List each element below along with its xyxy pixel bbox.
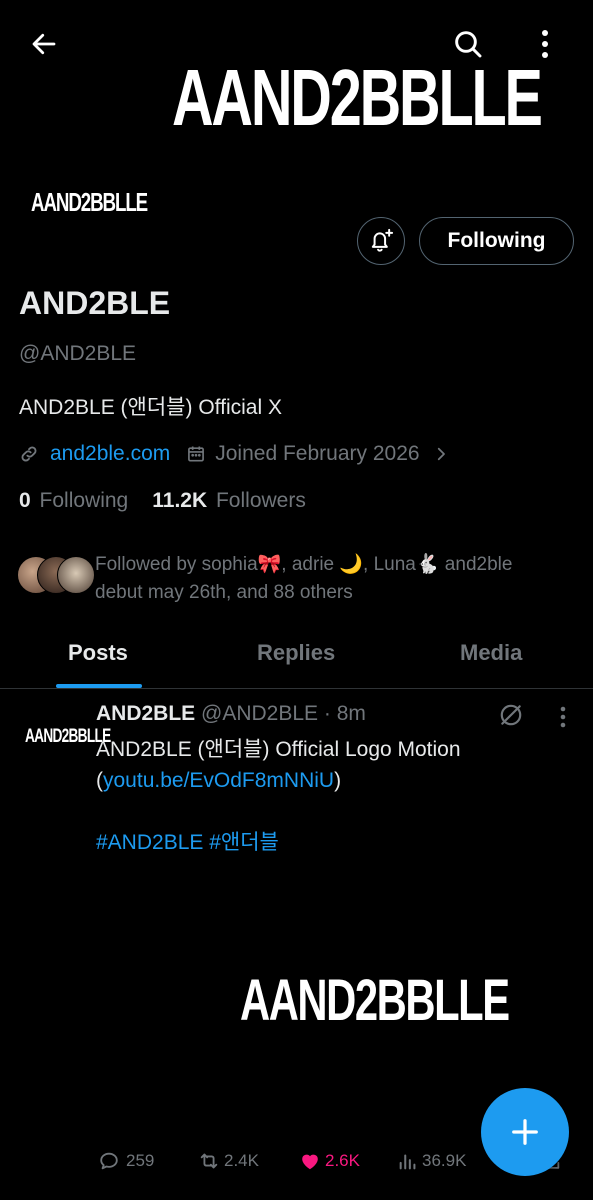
avatar [57,556,95,594]
link-icon [21,446,37,462]
follow-counts: 0 Following 11.2K Followers [19,489,306,513]
more-vertical-icon [560,706,566,728]
plus-icon [512,1119,538,1145]
post-more-button[interactable] [553,702,573,732]
reply-count: 259 [126,1151,155,1170]
post-header: AND2BLE @AND2BLE · 8m [96,702,366,726]
chevron-right-icon[interactable] [432,445,450,463]
post-text-paren: ) [334,769,342,792]
views-button[interactable]: 36.9K [397,1150,466,1172]
post-hashtags[interactable]: #AND2BLE #앤더블 [96,827,461,858]
post-author-handle[interactable]: @AND2BLE · 8m [201,702,366,725]
like-count: 2.6K [325,1151,360,1170]
post-text-line: AND2BLE (앤더블) Official Logo Motion [96,738,461,761]
profile-avatar[interactable]: AAND2BBLLE [31,188,148,216]
post-text: AND2BLE (앤더블) Official Logo Motion (yout… [96,734,461,858]
profile-bio: AND2BLE (앤더블) Official X [19,396,282,419]
heart-icon [302,1154,318,1170]
profile-meta: and2ble.com Joined February 2026 [19,440,450,468]
followers-count-link[interactable]: 11.2K Followers [152,489,306,513]
reply-icon [100,1152,118,1170]
followed-by-line: Followed by sophia🎀, adrie 🌙, Luna🐇 and2… [95,554,513,575]
following-button[interactable]: Following [419,217,574,265]
post-text-line: (youtu.be/EvOdF8mNNiU) [96,765,461,796]
post-link[interactable]: youtu.be/EvOdF8mNNiU [103,769,334,792]
followed-by-avatars[interactable] [17,556,95,594]
following-count-link[interactable]: 0 Following [19,489,128,513]
reply-button[interactable]: 259 [98,1150,154,1172]
following-button-label: Following [447,229,546,252]
grok-button[interactable] [496,700,526,730]
followers-count: 11.2K [152,489,208,512]
post-text-paren: ( [96,769,103,792]
arrow-left-icon [32,33,56,55]
website-link[interactable]: and2ble.com [50,442,170,466]
following-label: Following [39,489,129,512]
repost-count: 2.4K [224,1151,259,1170]
grok-icon [500,704,522,726]
calendar-icon [188,446,205,462]
following-count: 0 [19,489,31,512]
tab-replies[interactable]: Replies [257,640,335,666]
more-vertical-icon [542,30,548,58]
views-count: 36.9K [422,1151,467,1170]
joined-date: Joined February 2026 [215,442,420,465]
followed-by-line: debut may 26th, and 88 others [95,582,353,603]
tab-posts[interactable]: Posts [68,640,128,666]
views-icon [399,1154,416,1170]
followed-by-text[interactable]: Followed by sophia🎀, adrie 🌙, Luna🐇 and2… [95,551,512,607]
post-author-name[interactable]: AND2BLE [96,702,195,725]
post-media[interactable]: AAND2BBLLE [96,880,574,1120]
back-button[interactable] [24,26,64,62]
like-button[interactable]: 2.6K [298,1150,360,1172]
compose-button[interactable] [481,1088,569,1176]
notify-button[interactable] [357,217,405,265]
tabs-divider [0,688,593,689]
repost-button[interactable]: 2.4K [197,1150,259,1172]
profile-name: AND2BLE [19,285,171,321]
profile-handle: @AND2BLE [19,342,137,365]
repost-icon [200,1153,218,1169]
tab-media[interactable]: Media [460,640,522,666]
post-media-logo: AAND2BBLLE [240,968,510,1033]
bell-plus-icon [371,228,394,252]
banner-logo: AAND2BBLLE [172,53,543,142]
followers-label: Followers [215,489,306,512]
